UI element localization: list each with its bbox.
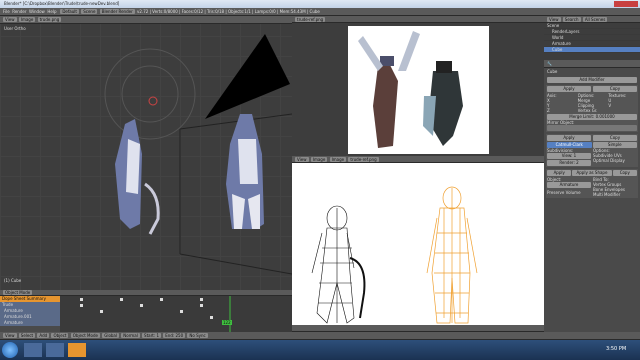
mirror-axis-z[interactable]: Z bbox=[547, 108, 576, 113]
info-header: File Render Window Help Default Scene Bl… bbox=[0, 8, 640, 16]
image-top-name[interactable]: trude-ref.png bbox=[295, 17, 326, 22]
menu-help[interactable]: Help bbox=[47, 9, 56, 14]
menu-render[interactable]: Render bbox=[12, 9, 26, 14]
viewport-scene bbox=[104, 34, 292, 275]
image-menu[interactable]: Image bbox=[18, 17, 36, 22]
armature-object-field[interactable]: Armature bbox=[547, 182, 591, 188]
preserve-volume-checkbox[interactable]: Preserve Volume bbox=[547, 190, 591, 195]
stats-text: v2.72 | Verts:0/8000 | Faces:0/12 | Tris… bbox=[137, 9, 320, 14]
image-bottom-image2[interactable]: Image bbox=[329, 157, 347, 162]
timeline-view[interactable]: View bbox=[3, 333, 17, 338]
timeline-add[interactable]: Add bbox=[37, 333, 50, 338]
scene-select[interactable]: Scene bbox=[81, 9, 98, 14]
taskbar-app-2[interactable] bbox=[46, 343, 64, 357]
mirror-copy-button[interactable]: Copy bbox=[593, 86, 637, 92]
window-controls[interactable] bbox=[614, 1, 638, 7]
subsurf-apply-button[interactable]: Apply bbox=[547, 135, 591, 141]
sync-select[interactable]: No Sync bbox=[187, 333, 208, 338]
3d-viewport[interactable]: View Image trude.png User Ortho (1) Cube bbox=[0, 16, 292, 290]
mirror-modifier: Apply Copy Axis: Options: Textures: X Y … bbox=[546, 85, 638, 132]
start-frame-field[interactable]: Start: 1 bbox=[142, 333, 161, 338]
properties-tabs: 🔧 bbox=[544, 60, 640, 68]
engine-select[interactable]: Blender Render bbox=[99, 9, 135, 14]
reference-image bbox=[348, 26, 489, 154]
optimal-display-checkbox[interactable]: Optimal Display bbox=[593, 158, 637, 163]
layout-select[interactable]: Default bbox=[60, 9, 79, 14]
timeline-normal[interactable]: Normal bbox=[121, 333, 140, 338]
image-editor-top[interactable]: trude-ref.png bbox=[292, 16, 544, 156]
view-menu[interactable]: View bbox=[3, 17, 17, 22]
mirror-apply-button[interactable]: Apply bbox=[547, 86, 591, 92]
timeline-object[interactable]: Object bbox=[51, 333, 69, 338]
add-modifier-button[interactable]: Add Modifier bbox=[547, 77, 637, 83]
current-frame-badge[interactable]: 122 bbox=[222, 320, 232, 325]
outliner[interactable]: View Search All Scenes Scene RenderLayer… bbox=[544, 16, 640, 60]
image-editor-bottom[interactable]: View Image Image trude-ref.png bbox=[292, 156, 544, 332]
timeline-mode[interactable]: Object Mode bbox=[70, 333, 100, 338]
image-bottom-image[interactable]: Image bbox=[310, 157, 328, 162]
object-name: Cube bbox=[547, 69, 558, 74]
wrench-icon[interactable]: 🔧 bbox=[547, 61, 552, 66]
armature-copy-button[interactable]: Copy bbox=[612, 170, 637, 176]
mirror-v-checkbox[interactable]: V bbox=[608, 103, 637, 108]
outliner-view[interactable]: View bbox=[547, 17, 561, 22]
multi-modifier-checkbox[interactable]: Multi Modifier bbox=[593, 192, 637, 197]
dope-mode-select[interactable]: Object Mode bbox=[3, 290, 33, 295]
image-editor-top-header: trude-ref.png bbox=[292, 16, 544, 23]
taskbar: 3:50 PM bbox=[0, 340, 640, 360]
keyframes-area[interactable] bbox=[60, 296, 292, 332]
wireframe-figures bbox=[311, 186, 478, 324]
image-editor-bottom-header: View Image Image trude-ref.png bbox=[292, 156, 544, 163]
mirror-object-field[interactable] bbox=[547, 125, 637, 131]
taskbar-app-blender[interactable] bbox=[68, 343, 86, 357]
reference-figures bbox=[358, 31, 463, 148]
outliner-header: View Search All Scenes bbox=[544, 16, 640, 23]
image-editor-bottom-footer bbox=[292, 325, 544, 332]
outliner-scenes[interactable]: All Scenes bbox=[582, 17, 608, 22]
properties-footer bbox=[544, 332, 640, 340]
menu-window[interactable]: Window bbox=[29, 9, 45, 14]
timeline-select[interactable]: Select bbox=[18, 333, 36, 338]
channel-armature-2[interactable]: Armature bbox=[0, 320, 60, 326]
timeline-global[interactable]: Global bbox=[102, 333, 119, 338]
end-frame-field[interactable]: End: 250 bbox=[163, 333, 186, 338]
channel-list: Dope Sheet Summary Trude Armature Armatu… bbox=[0, 296, 60, 332]
window-title: Blender* [C:\Dropbox\Blender\Trude\trude… bbox=[4, 1, 120, 6]
dope-sheet[interactable]: Object Mode Dope Sheet Summary Trude Arm… bbox=[0, 290, 292, 332]
view-levels-field[interactable]: View: 1 bbox=[547, 153, 591, 159]
outliner-item-cube[interactable]: Cube bbox=[544, 47, 640, 53]
taskbar-app-1[interactable] bbox=[24, 343, 42, 357]
image-bottom-view[interactable]: View bbox=[295, 157, 309, 162]
image-name[interactable]: trude.png bbox=[37, 17, 62, 22]
apply-as-shape-button[interactable]: Apply as Shape bbox=[572, 170, 612, 176]
window-title-bar: Blender* [C:\Dropbox\Blender\Trude\trude… bbox=[0, 0, 640, 8]
menu-file[interactable]: File bbox=[3, 9, 10, 14]
armature-apply-button[interactable]: Apply bbox=[547, 170, 572, 176]
timeline-footer: View Select Add Object Object Mode Globa… bbox=[0, 332, 544, 340]
taskbar-clock: 3:50 PM bbox=[606, 346, 627, 352]
mirror-vertexgr-checkbox[interactable]: Vertex Gr. bbox=[578, 108, 607, 113]
outliner-search[interactable]: Search bbox=[562, 17, 581, 22]
image-bottom-name[interactable]: trude-ref.png bbox=[348, 157, 379, 162]
properties-panel[interactable]: 🔧 Cube Add Modifier Apply Copy Axis: Opt… bbox=[544, 60, 640, 332]
render-levels-field[interactable]: Render: 2 bbox=[547, 160, 591, 166]
viewport-header: View Image trude.png bbox=[0, 16, 292, 24]
subsurf-copy-button[interactable]: Copy bbox=[593, 135, 637, 141]
start-button[interactable] bbox=[2, 342, 18, 358]
subsurf-modifier: Apply Copy Catmull-Clark Simple Subdivis… bbox=[546, 134, 638, 167]
armature-modifier: Apply Apply as Shape Copy Object: Armatu… bbox=[546, 169, 638, 198]
